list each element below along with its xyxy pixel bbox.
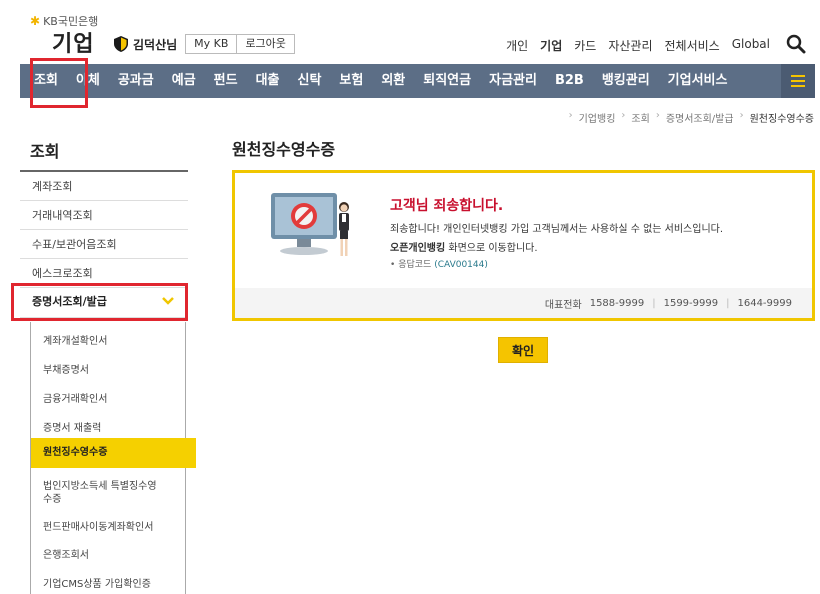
header: ✱ KB국민은행 기업 김덕산님 My KB 로그아웃 개인 기업 카드 자산관… xyxy=(0,0,820,64)
notice-redirect-rest: 화면으로 이동합니다. xyxy=(445,243,538,254)
top-link-global[interactable]: Global xyxy=(732,37,770,54)
nav-item-pension[interactable]: 퇴직연금 xyxy=(414,64,480,98)
sidebar-list: 계좌조회 거래내역조회 수표/보관어음조회 에스크로조회 xyxy=(20,172,188,288)
page-title: 원천징수영수증 xyxy=(232,140,336,159)
top-link-all-services[interactable]: 전체서비스 xyxy=(665,37,720,54)
sidebar-item-checks[interactable]: 수표/보관어음조회 xyxy=(20,230,188,259)
submenu-item-cms[interactable]: 기업CMS상품 가입확인증 xyxy=(31,575,187,590)
phone-number: 1599-9999 xyxy=(663,297,719,309)
submenu-item-corp-local-tax-cont[interactable]: 수증 xyxy=(31,490,187,505)
phone-separator: | xyxy=(652,297,656,309)
submenu-item-financial-tx[interactable]: 금융거래확인서 xyxy=(31,390,187,405)
nav-item-cash-mgmt[interactable]: 자금관리 xyxy=(480,64,546,98)
user-area: 김덕산님 My KB 로그아웃 xyxy=(114,34,295,54)
submenu-item-withholding-receipt[interactable]: 원천징수영수증 xyxy=(31,438,196,468)
breadcrumb-item[interactable]: 기업뱅킹 xyxy=(579,110,616,125)
highlight-box-sidebar xyxy=(11,283,188,321)
breadcrumb-separator: › xyxy=(621,110,626,121)
top-link-business[interactable]: 기업 xyxy=(540,37,562,54)
sidebar-item-account[interactable]: 계좌조회 xyxy=(20,172,188,201)
person-illustration-icon xyxy=(339,202,349,256)
notice-title: 고객님 죄송합니다. xyxy=(390,198,504,214)
logo-main-text[interactable]: 기업 xyxy=(52,26,94,58)
phone-label: 대표전화 xyxy=(544,299,582,311)
submenu-item-debt-cert[interactable]: 부채증명서 xyxy=(31,361,187,376)
breadcrumb-current: 원천징수영수증 xyxy=(749,114,814,125)
shield-icon xyxy=(114,36,128,52)
phone-footer: 대표전화 1588-9999 | 1599-9999 | 1644-9999 xyxy=(235,288,812,318)
breadcrumb: › 기업뱅킹 › 조회 › 증명서조회/발급 › 원천징수영수증 xyxy=(569,110,814,125)
nav-item-forex[interactable]: 외환 xyxy=(372,64,414,98)
response-code-label: 응답코드 xyxy=(398,260,432,270)
response-code: • 응답코드 (CAV00144) xyxy=(390,257,488,270)
response-code-value: (CAV00144) xyxy=(434,260,488,270)
sidebar-item-transactions[interactable]: 거래내역조회 xyxy=(20,201,188,230)
nav-item-insurance[interactable]: 보험 xyxy=(330,64,372,98)
nav-item-fund[interactable]: 펀드 xyxy=(205,64,247,98)
phone-number: 1644-9999 xyxy=(737,297,792,309)
top-link-personal[interactable]: 개인 xyxy=(506,37,528,54)
kb-star-icon: ✱ xyxy=(30,14,41,28)
notice-box: 고객님 죄송합니다. 죄송합니다! 개인인터넷뱅킹 가입 고객님께서는 사용하실… xyxy=(232,170,815,321)
user-name: 김덕산님 xyxy=(133,37,178,52)
notice-description: 죄송합니다! 개인인터넷뱅킹 가입 고객님께서는 사용하실 수 없는 서비스입니… xyxy=(390,224,724,235)
nav-item-trust[interactable]: 신탁 xyxy=(289,64,331,98)
breadcrumb-separator: › xyxy=(655,110,660,121)
nav-item-utility[interactable]: 공과금 xyxy=(109,64,163,98)
phone-number: 1588-9999 xyxy=(589,297,645,309)
top-link-card[interactable]: 카드 xyxy=(574,37,596,54)
my-kb-button[interactable]: My KB xyxy=(185,34,238,54)
breadcrumb-separator: › xyxy=(568,110,573,121)
confirm-button[interactable]: 확인 xyxy=(498,337,548,363)
breadcrumb-item[interactable]: 증명서조회/발급 xyxy=(666,110,734,125)
logout-button[interactable]: 로그아웃 xyxy=(237,34,295,54)
top-link-asset[interactable]: 자산관리 xyxy=(608,37,652,54)
sidebar-title: 조회 xyxy=(30,142,60,161)
submenu-item-fund-transfer[interactable]: 펀드판매사이동계좌확인서 xyxy=(31,518,187,533)
breadcrumb-separator: › xyxy=(739,110,744,121)
submenu-item-bank-inquiry[interactable]: 은행조회서 xyxy=(31,546,187,561)
nav-item-loan[interactable]: 대출 xyxy=(247,64,289,98)
nav-item-deposit[interactable]: 예금 xyxy=(163,64,205,98)
bullet-icon: • xyxy=(390,260,396,270)
nav-item-banking-mgmt[interactable]: 뱅킹관리 xyxy=(593,64,659,98)
submenu-item-reprint[interactable]: 증명서 재출력 xyxy=(31,419,187,434)
hamburger-menu-icon[interactable] xyxy=(781,64,815,98)
phone-separator: | xyxy=(726,297,730,309)
notice-redirect-text: 오픈개인뱅킹 화면으로 이동합니다. xyxy=(390,239,538,254)
breadcrumb-item[interactable]: 조회 xyxy=(631,110,649,125)
top-links: 개인 기업 카드 자산관리 전체서비스 Global xyxy=(506,37,770,54)
nav-item-b2b[interactable]: B2B xyxy=(546,64,593,98)
nav-item-biz-service[interactable]: 기업서비스 xyxy=(659,64,737,98)
highlight-box-nav xyxy=(30,58,88,108)
sidebar-submenu: 계좌개설확인서 부채증명서 금융거래확인서 증명서 재출력 원천징수영수증 법인… xyxy=(30,322,196,594)
main-nav: 조회 이체 공과금 예금 펀드 대출 신탁 보험 외환 퇴직연금 자금관리 B2… xyxy=(20,64,815,98)
notice-redirect-target: 오픈개인뱅킹 xyxy=(390,243,446,254)
search-icon[interactable] xyxy=(786,34,806,54)
submenu-item-account-opening[interactable]: 계좌개설확인서 xyxy=(31,332,187,347)
